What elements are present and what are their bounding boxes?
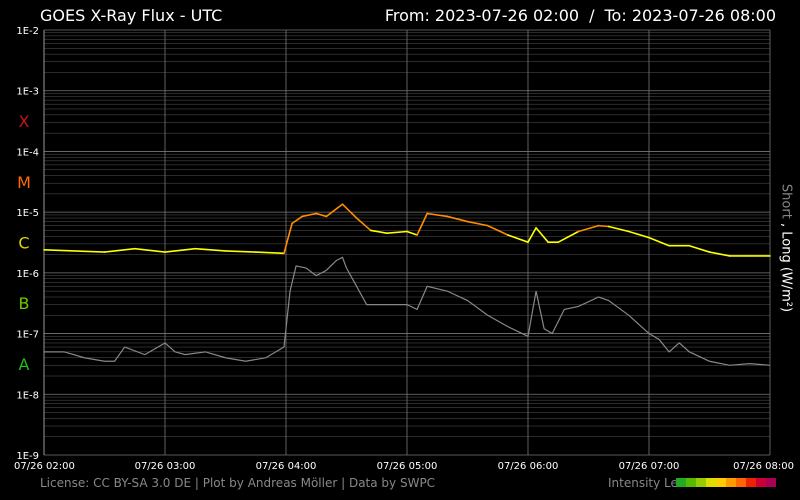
to-label: To: 2023-07-26 08:00	[604, 6, 777, 25]
long-channel-segment	[194, 247, 227, 252]
flare-class-M: M	[17, 173, 31, 192]
long-channel-segment	[466, 220, 489, 227]
long-channel-segment	[386, 230, 408, 234]
long-channel-segment	[628, 230, 650, 239]
y-tick-label: 1E-5	[16, 208, 39, 219]
x-tick-label: 07/26 03:00	[135, 461, 196, 472]
x-tick-label: 07/26 05:00	[377, 461, 438, 472]
flare-class-C: C	[18, 234, 29, 253]
long-channel-segment	[224, 250, 257, 253]
flare-class-B: B	[19, 294, 30, 313]
flare-class-X: X	[19, 112, 30, 131]
intensity-swatch	[766, 478, 776, 487]
intensity-swatch	[726, 478, 736, 487]
xray-flux-chart: XMCBA 1E-21E-31E-41E-51E-61E-71E-81E-9 0…	[14, 26, 794, 472]
x-tick-label: 07/26 02:00	[14, 461, 75, 472]
intensity-swatch	[736, 478, 746, 487]
long-channel-segment	[607, 225, 630, 233]
long-channel-segment	[133, 247, 166, 253]
long-channel-segment	[688, 244, 711, 253]
y-tick-label: 1E-6	[16, 269, 39, 280]
long-channel-segment	[164, 247, 197, 253]
y-label-long: Long (W/m²)	[778, 231, 794, 313]
y-tick-label: 1E-7	[16, 330, 39, 341]
long-channel-segment	[708, 251, 731, 257]
long-channel-segment	[416, 212, 428, 236]
intensity-swatch	[716, 478, 726, 487]
long-channel-segment	[446, 215, 469, 223]
intensity-swatch	[706, 478, 716, 487]
long-channel-segment	[557, 230, 580, 243]
long-channel-segment	[535, 227, 549, 243]
long-channel-segment	[406, 230, 418, 236]
long-channel-segment	[597, 224, 610, 228]
x-tick-label: 07/26 04:00	[256, 461, 317, 472]
time-range: From: 2023-07-26 02:00 / To: 2023-07-26 08…	[385, 6, 776, 25]
long-channel-segment	[103, 247, 136, 253]
intensity-legend-bar	[676, 478, 776, 487]
long-channel-segment	[527, 227, 537, 243]
long-channel-segment	[648, 236, 670, 247]
intensity-swatch	[676, 478, 686, 487]
y-tick-label: 1E-4	[16, 147, 39, 158]
intensity-swatch	[696, 478, 706, 487]
y-tick-label: 1E-8	[16, 390, 39, 401]
x-tick-labels: 07/26 02:00 07/26 03:00 07/26 04:00 07/26 0…	[14, 461, 794, 472]
intensity-swatch	[686, 478, 696, 487]
long-channel-segment	[254, 251, 285, 255]
chart-title: GOES X-Ray Flux - UTC	[40, 6, 223, 25]
long-channel-segment	[283, 222, 293, 255]
long-channel-segment	[341, 203, 358, 219]
footer-credits: License: CC BY-SA 3.0 DE | Plot by Andre…	[40, 476, 436, 490]
intensity-legend-label: Intensity Legend	[608, 476, 676, 490]
long-channel-segment	[369, 229, 388, 234]
intensity-swatch	[746, 478, 756, 487]
long-channel-segment	[43, 248, 106, 253]
x-tick-label: 07/26 07:00	[619, 461, 680, 472]
long-channel-segment	[291, 215, 303, 225]
intensity-swatch	[756, 478, 766, 487]
x-tick-label: 07/26 06:00	[498, 461, 559, 472]
range-separator: /	[589, 6, 595, 25]
y-tick-label: 1E-2	[16, 26, 39, 37]
y-label-separator: ,	[778, 222, 794, 228]
y-tick-label: 1E-3	[16, 87, 39, 98]
flare-class-A: A	[19, 355, 30, 374]
x-tick-label: 07/26 08:00	[733, 461, 794, 472]
long-channel-segment	[355, 217, 372, 232]
from-label: From: 2023-07-26 02:00	[384, 6, 580, 25]
long-channel-segment	[325, 203, 344, 218]
y-label-short: Short	[778, 183, 794, 219]
